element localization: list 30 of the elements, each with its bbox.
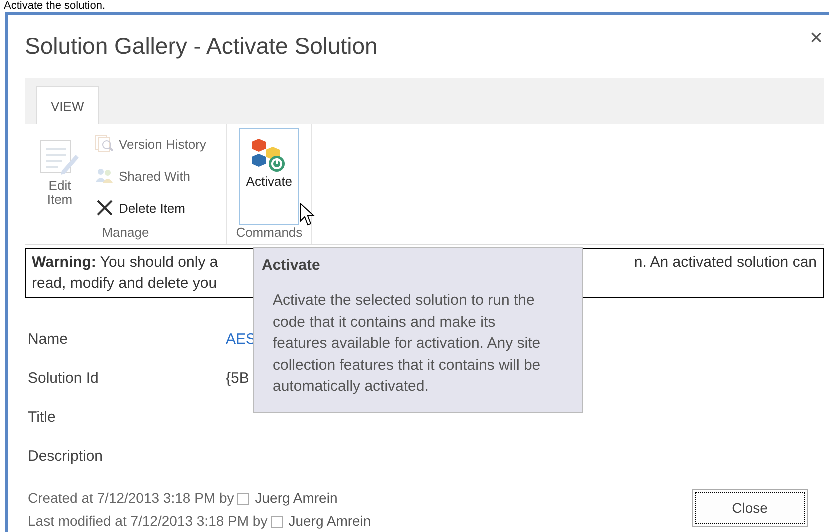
field-label: Solution Id <box>28 370 100 389</box>
warning-text: n. An activated solution can <box>634 253 817 273</box>
ribbon-button[interactable]: Delete Item <box>95 194 206 222</box>
presence-icon <box>237 492 250 504</box>
people-icon <box>95 167 115 185</box>
field-label: Name <box>28 331 70 350</box>
warning-text: Warning: You should only a <box>32 253 218 273</box>
mouse-cursor-icon <box>300 203 316 227</box>
tooltip-text: Activate the selected solution to run the code that it contains and make its features available for activation. Any site collection features that it contains will be automatically activated. <box>272 291 542 397</box>
cubes-power-icon <box>251 137 288 173</box>
magnifier-pages-icon <box>95 135 115 153</box>
close-x-icon <box>95 199 115 217</box>
caption-text: Activate the solution. <box>3 0 106 12</box>
tooltip-title: Activate <box>261 256 322 274</box>
presence-icon <box>270 516 283 528</box>
user-link[interactable]: Juerg Amrein <box>288 510 372 532</box>
audit-text: Created at 7/12/2013 3:18 PM by <box>28 489 234 508</box>
user-link[interactable]: Juerg Amrein <box>255 487 338 510</box>
dialog-title: Solution Gallery - Activate Solution <box>25 33 378 60</box>
field-value: {5B <box>226 370 250 389</box>
ribbon-tab[interactable]: VIEW <box>36 86 100 124</box>
field-label: Description <box>28 448 104 467</box>
field-label: Title <box>28 409 57 428</box>
close-button[interactable]: Close <box>692 489 808 527</box>
warning-text: read, modify and delete you <box>32 274 218 294</box>
ribbon-button[interactable]: Activate <box>239 128 300 225</box>
group-label: Manage <box>101 225 150 242</box>
group-label: Commands <box>235 225 304 242</box>
close-button[interactable]: × <box>804 25 829 51</box>
audit-text: Last modified at 7/12/2013 3:18 PM by <box>28 512 268 531</box>
